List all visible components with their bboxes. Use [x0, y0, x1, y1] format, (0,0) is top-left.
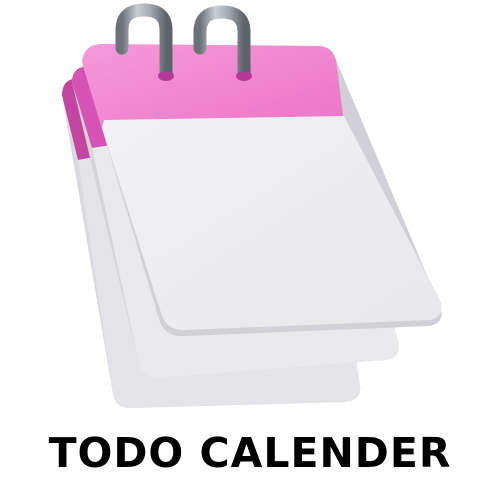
app-logo-stage: TODO CALENDER	[0, 0, 500, 500]
app-title: TODO CALENDER	[48, 429, 452, 477]
calendar-icon	[62, 3, 442, 409]
